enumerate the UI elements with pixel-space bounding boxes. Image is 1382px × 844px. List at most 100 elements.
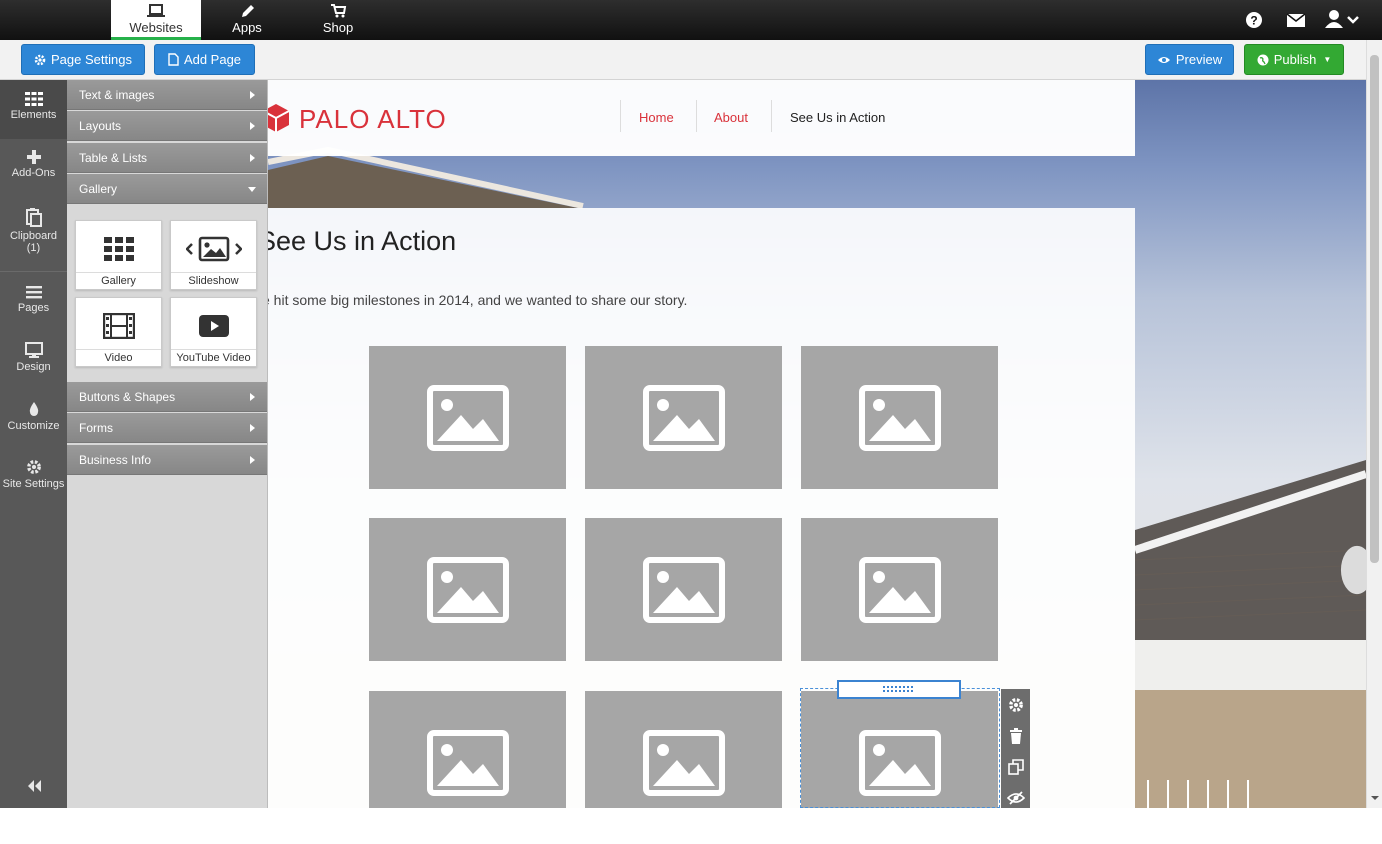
element-settings-button[interactable]	[1001, 690, 1030, 720]
rail-label: Pages	[17, 302, 50, 314]
rail-label: Add-Ons	[11, 167, 56, 179]
content-section: See Us in Action e hit some big mileston…	[268, 208, 1135, 808]
category-label: Table & Lists	[79, 151, 148, 165]
nav-tab-apps[interactable]: Apps	[202, 0, 292, 40]
gallery-image-placeholder[interactable]	[801, 518, 998, 661]
nav-divider	[620, 100, 621, 132]
gear-icon	[34, 54, 46, 65]
eye-icon	[1157, 56, 1170, 63]
element-label: Gallery	[76, 272, 161, 289]
pages-icon	[25, 286, 42, 299]
image-icon	[426, 729, 509, 796]
category-label: Forms	[79, 421, 113, 435]
nav-tab-label: Websites	[129, 20, 183, 35]
category-forms[interactable]: Forms	[67, 413, 267, 443]
element-label: YouTube Video	[171, 349, 256, 366]
grid-icon	[103, 237, 134, 261]
rail-item-elements[interactable]: Elements	[0, 80, 67, 139]
vertical-scrollbar[interactable]	[1366, 40, 1382, 808]
category-label: Text & images	[79, 88, 155, 102]
add-page-button[interactable]: Add Page	[154, 44, 255, 75]
gallery-image-placeholder[interactable]	[369, 346, 566, 489]
grip-icon	[883, 686, 913, 692]
rail-item-design[interactable]: Design	[0, 342, 67, 373]
image-icon	[642, 556, 725, 623]
category-business-info[interactable]: Business Info	[67, 445, 267, 475]
rail-label: Design	[16, 361, 51, 373]
site-nav-see-us-in-action[interactable]: See Us in Action	[790, 110, 885, 125]
image-icon	[858, 556, 941, 623]
rail-item-site-settings[interactable]: Site Settings	[0, 459, 67, 490]
user-icon	[1325, 10, 1343, 28]
rail-item-customize[interactable]: Customize	[0, 401, 67, 432]
nav-tab-shop[interactable]: Shop	[293, 0, 383, 40]
page-settings-button[interactable]: Page Settings	[21, 44, 145, 75]
element-copy-button[interactable]	[1001, 752, 1030, 782]
site-logo-text[interactable]: PALO ALTO	[299, 104, 447, 135]
category-label: Gallery	[79, 182, 118, 196]
collapse-panel-button[interactable]	[0, 778, 67, 797]
site-nav-about[interactable]: About	[714, 110, 748, 125]
caret-right-icon	[250, 424, 255, 432]
rail-label: Customize	[7, 420, 60, 432]
caret-right-icon	[250, 393, 255, 401]
scrollbar-thumb[interactable]	[1370, 55, 1379, 563]
element-label: Video	[76, 349, 161, 366]
gallery-image-placeholder[interactable]	[801, 346, 998, 489]
category-table-lists[interactable]: Table & Lists	[67, 143, 267, 173]
gallery-image-placeholder[interactable]	[585, 691, 782, 808]
elements-panel: Text & images Layouts Table & Lists Gall…	[67, 80, 268, 808]
site-header: PALO ALTO Home About See Us in Action	[268, 80, 1135, 156]
grid-icon	[24, 92, 43, 106]
laptop-icon	[147, 4, 165, 17]
left-rail: Elements Add-Ons Clipboard (1) Pages Des…	[0, 80, 67, 808]
caret-down-icon	[248, 187, 256, 192]
gallery-image-placeholder[interactable]	[369, 691, 566, 808]
rail-item-pages[interactable]: Pages	[0, 285, 67, 314]
preview-button[interactable]: Preview	[1145, 44, 1234, 75]
page-title[interactable]: See Us in Action	[268, 226, 456, 257]
drag-handle[interactable]	[837, 680, 961, 699]
image-icon	[642, 384, 725, 451]
rail-item-add-ons[interactable]: Add-Ons	[0, 150, 67, 179]
scroll-down-icon[interactable]	[1368, 793, 1382, 803]
element-video[interactable]: Video	[75, 297, 162, 367]
caret-right-icon	[250, 154, 255, 162]
site-nav-home[interactable]: Home	[639, 110, 674, 125]
category-label: Buttons & Shapes	[79, 390, 176, 404]
caret-down-icon: ▼	[1323, 55, 1332, 64]
element-youtube-video[interactable]: YouTube Video	[170, 297, 257, 367]
preview-label: Preview	[1175, 52, 1223, 67]
site-canvas[interactable]: PALO ALTO Home About See Us in Action Se…	[268, 80, 1366, 808]
rail-label: Clipboard	[9, 230, 58, 242]
intro-text[interactable]: e hit some big milestones in 2014, and w…	[268, 292, 687, 308]
trash-icon	[1009, 728, 1022, 744]
category-label: Layouts	[79, 119, 122, 133]
nav-tab-label: Apps	[232, 20, 262, 35]
chevron-down-icon	[1347, 16, 1359, 24]
messages-button[interactable]	[1286, 8, 1306, 32]
image-icon	[426, 556, 509, 623]
element-gallery[interactable]: Gallery	[75, 220, 162, 290]
publish-button[interactable]: Publish ▼	[1244, 44, 1344, 75]
user-menu-button[interactable]	[1324, 8, 1359, 32]
element-delete-button[interactable]	[1001, 721, 1030, 751]
category-layouts[interactable]: Layouts	[67, 111, 267, 141]
category-gallery[interactable]: Gallery	[67, 174, 267, 204]
gallery-image-placeholder[interactable]	[369, 518, 566, 661]
gallery-image-placeholder[interactable]	[585, 346, 782, 489]
rail-item-clipboard[interactable]: Clipboard (1)	[0, 207, 67, 254]
image-icon	[642, 729, 725, 796]
category-text-images[interactable]: Text & images	[67, 80, 267, 110]
help-button[interactable]: ?	[1245, 8, 1263, 32]
gallery-image-placeholder[interactable]	[585, 518, 782, 661]
top-bar: Websites Apps Shop ?	[0, 0, 1382, 40]
element-slideshow[interactable]: Slideshow	[170, 220, 257, 290]
caret-right-icon	[250, 122, 255, 130]
double-chevron-left-icon	[27, 780, 41, 792]
rail-divider	[0, 271, 67, 272]
nav-tab-websites[interactable]: Websites	[111, 0, 201, 40]
element-label: Slideshow	[171, 272, 256, 289]
element-hide-button[interactable]	[1001, 783, 1030, 808]
category-buttons-shapes[interactable]: Buttons & Shapes	[67, 382, 267, 412]
